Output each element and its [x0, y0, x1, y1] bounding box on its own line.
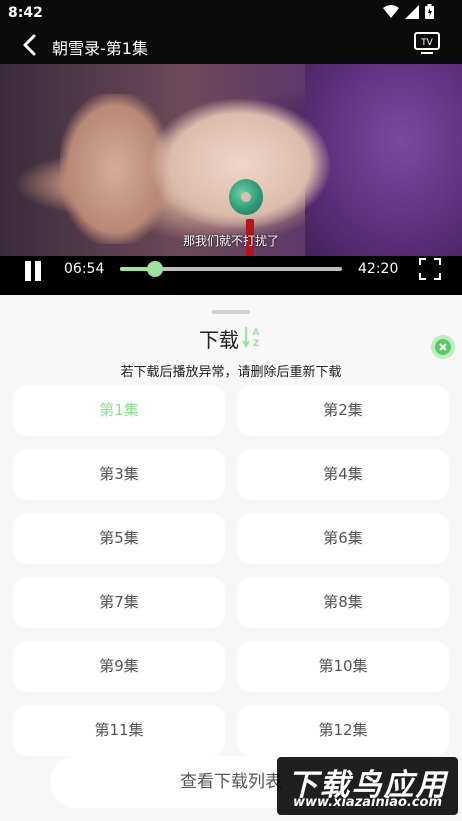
page-title: 朝雪录-第1集 — [52, 39, 148, 58]
progress-thumb[interactable] — [146, 261, 163, 277]
current-time: 06:54 — [64, 261, 105, 277]
video-frame[interactable]: 那我们就不打扰了 — [0, 64, 462, 256]
episode-item[interactable]: 第4集 — [237, 449, 449, 500]
back-arrow-icon[interactable] — [18, 32, 42, 58]
pause-icon[interactable] — [22, 261, 44, 283]
episode-item[interactable]: 第2集 — [237, 385, 449, 436]
episode-item[interactable]: 第10集 — [237, 641, 449, 692]
total-time: 42:20 — [358, 261, 399, 277]
battery-icon — [425, 4, 434, 19]
episode-item[interactable]: 第9集 — [13, 641, 225, 692]
status-time: 8:42 — [8, 5, 43, 21]
download-hint: 若下载后播放异常，请删除后重新下载 — [120, 365, 342, 380]
tv-label: TV — [420, 38, 433, 48]
episode-item[interactable]: 第7集 — [13, 577, 225, 628]
video-scene-jade-hole — [241, 192, 251, 202]
watermark-logo: 下载鸟应用 www.xiazainiao.com — [277, 757, 458, 815]
episode-item[interactable]: 第5集 — [13, 513, 225, 564]
signal-icon — [405, 4, 419, 19]
sort-az-icon[interactable]: A Z — [242, 325, 262, 349]
svg-text:A: A — [253, 328, 260, 338]
episode-item[interactable]: 第1集 — [13, 385, 225, 436]
progress-slider[interactable] — [120, 261, 342, 277]
status-bar: 8:42 — [0, 0, 462, 26]
close-button[interactable] — [431, 335, 455, 359]
video-player[interactable]: 8:42 朝雪录-第1集 TV 那我们就不打扰了 06:54 42:20 — [0, 0, 462, 295]
player-controls: 06:54 42:20 — [0, 256, 462, 295]
download-sheet: 下载 A Z 若下载后播放异常，请删除后重新下载 第1集 第2集 第3集 第4集 第5集… — [0, 295, 462, 821]
episode-item[interactable]: 第12集 — [237, 705, 449, 756]
episode-item[interactable]: 第3集 — [13, 449, 225, 500]
sheet-title: 下载 — [199, 328, 239, 352]
episode-item[interactable]: 第6集 — [237, 513, 449, 564]
episode-item[interactable]: 第8集 — [237, 577, 449, 628]
watermark-url: www.xiazainiao.com — [292, 795, 443, 810]
close-icon — [435, 339, 451, 355]
episode-item[interactable]: 第11集 — [13, 705, 225, 756]
tv-icon[interactable]: TV — [414, 32, 440, 54]
fullscreen-icon[interactable] — [419, 258, 441, 280]
title-bar: 朝雪录-第1集 TV — [0, 26, 462, 64]
svg-text:Z: Z — [253, 339, 260, 349]
video-subtitle: 那我们就不打扰了 — [182, 234, 279, 248]
wifi-icon — [383, 4, 399, 18]
sheet-drag-handle[interactable] — [212, 310, 250, 314]
status-icons — [383, 4, 434, 19]
